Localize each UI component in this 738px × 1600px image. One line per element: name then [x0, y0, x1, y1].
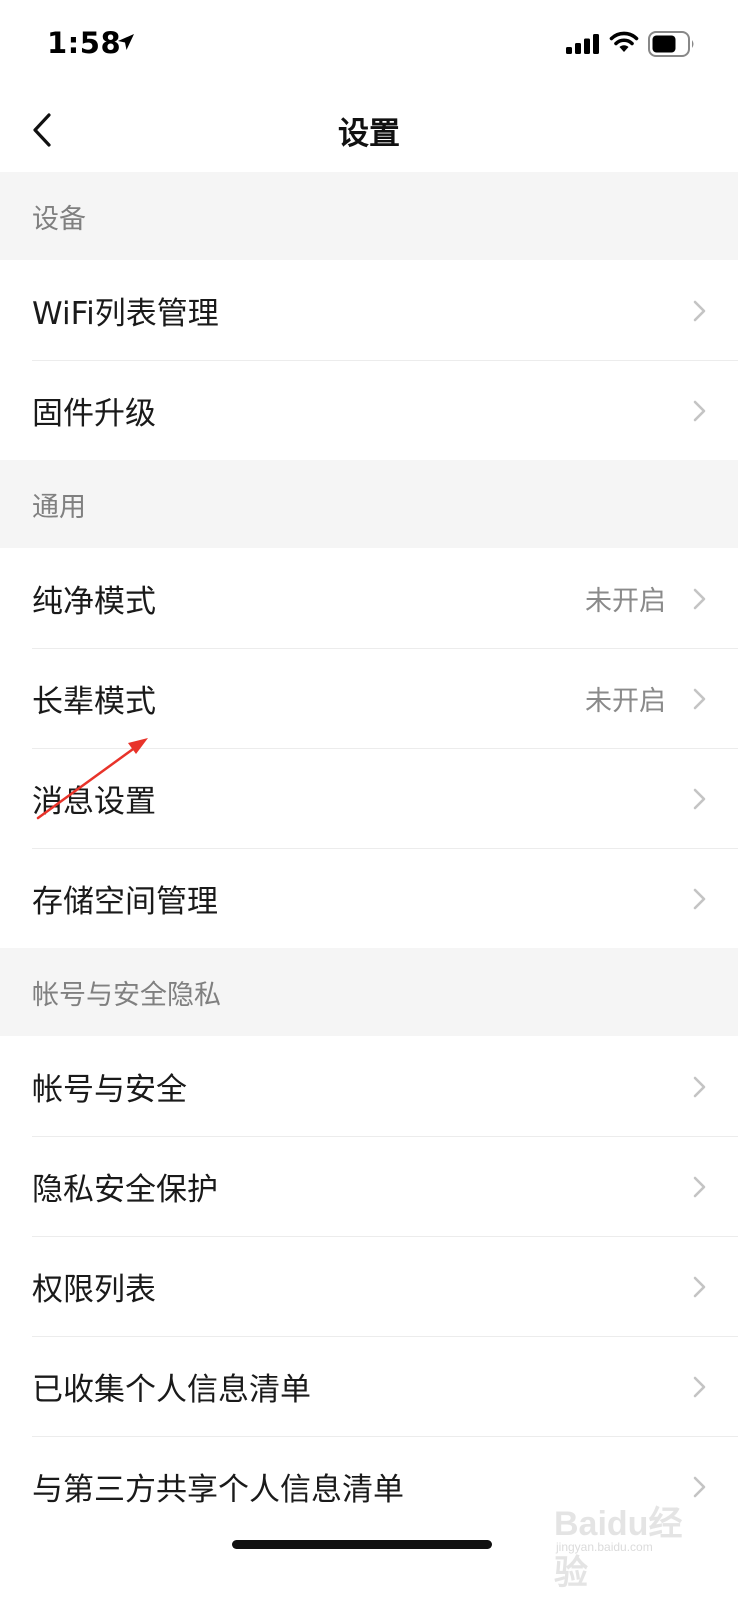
status-time: 1:58: [47, 26, 122, 60]
settings-item-value: 未开启: [585, 585, 666, 617]
chevron-right-icon: [693, 1176, 706, 1198]
chevron-right-icon: [693, 300, 706, 322]
settings-item-label: 权限列表: [32, 1271, 156, 1308]
navigation-bar: 设置: [0, 88, 738, 172]
baidu-watermark: Baidu经验 jingyan.baidu.com: [552, 1488, 702, 1592]
chevron-right-icon: [693, 1276, 706, 1298]
settings-item-firmware-upgrade[interactable]: 固件升级: [0, 360, 738, 460]
settings-item-value: 未开启: [585, 685, 666, 717]
settings-item-label: 帐号与安全: [32, 1071, 187, 1108]
settings-item-label: 与第三方共享个人信息清单: [32, 1471, 404, 1508]
settings-item-label: 纯净模式: [32, 583, 156, 620]
settings-list: 设备 WiFi列表管理 固件升级 通用 纯净模式 未开启 长辈模式 未开启 消息…: [0, 172, 738, 1536]
wifi-icon: [609, 31, 639, 52]
settings-item-message-settings[interactable]: 消息设置: [0, 748, 738, 848]
settings-item-elder-mode[interactable]: 长辈模式 未开启: [0, 648, 738, 748]
watermark-subtext: jingyan.baidu.com: [556, 1540, 653, 1554]
section-header-general: 通用: [0, 460, 738, 548]
page-title: 设置: [338, 116, 400, 152]
chevron-right-icon: [693, 788, 706, 810]
home-indicator[interactable]: [232, 1540, 492, 1549]
settings-item-label: 存储空间管理: [32, 883, 218, 920]
settings-item-label: 已收集个人信息清单: [32, 1371, 311, 1408]
section-header-account-privacy: 帐号与安全隐私: [0, 948, 738, 1036]
cellular-signal-icon: [566, 34, 599, 54]
chevron-right-icon: [693, 888, 706, 910]
settings-item-label: WiFi列表管理: [32, 295, 219, 332]
settings-item-wifi-list[interactable]: WiFi列表管理: [0, 260, 738, 360]
settings-item-label: 消息设置: [32, 783, 156, 820]
battery-icon: [648, 31, 694, 57]
settings-item-privacy-protection[interactable]: 隐私安全保护: [0, 1136, 738, 1236]
chevron-right-icon: [693, 588, 706, 610]
settings-item-permission-list[interactable]: 权限列表: [0, 1236, 738, 1336]
settings-item-pure-mode[interactable]: 纯净模式 未开启: [0, 548, 738, 648]
section-header-device: 设备: [0, 172, 738, 260]
chevron-right-icon: [693, 1376, 706, 1398]
settings-item-label: 隐私安全保护: [32, 1171, 218, 1208]
chevron-right-icon: [693, 1076, 706, 1098]
settings-item-storage-management[interactable]: 存储空间管理: [0, 848, 738, 948]
status-bar: 1:58: [0, 0, 738, 88]
settings-item-label: 长辈模式: [32, 683, 156, 720]
settings-item-collected-info-list[interactable]: 已收集个人信息清单: [0, 1336, 738, 1436]
location-arrow-icon: [118, 34, 134, 50]
settings-item-label: 固件升级: [32, 395, 156, 432]
chevron-right-icon: [693, 688, 706, 710]
chevron-right-icon: [693, 400, 706, 422]
settings-item-account-security[interactable]: 帐号与安全: [0, 1036, 738, 1136]
